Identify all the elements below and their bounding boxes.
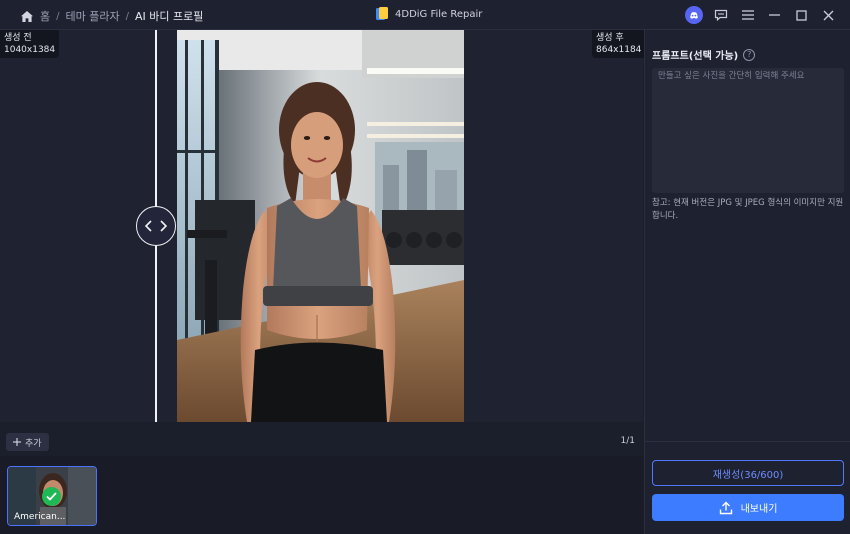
add-image-label: 추가 xyxy=(25,438,42,449)
minimize-button[interactable] xyxy=(761,4,788,26)
panel-divider xyxy=(645,441,850,442)
discord-icon xyxy=(684,6,703,24)
feedback-icon xyxy=(714,9,727,21)
regenerate-button[interactable]: 재생성(36/600) xyxy=(652,460,844,486)
discord-button[interactable] xyxy=(680,4,707,26)
prompt-title-text: 프롬프트(선택 가능) xyxy=(652,51,739,62)
breadcrumb-separator: / xyxy=(125,10,129,22)
compare-handle[interactable] xyxy=(136,206,176,246)
help-icon[interactable]: ? xyxy=(743,48,756,61)
image-toolbar: 추가 1/1 xyxy=(0,424,643,454)
export-label: 내보내기 xyxy=(740,504,778,515)
feedback-button[interactable] xyxy=(707,4,734,26)
before-badge: 생성 전 1040x1384 xyxy=(0,30,60,58)
maximize-button[interactable] xyxy=(788,4,815,26)
upload-icon xyxy=(719,501,732,514)
close-button[interactable] xyxy=(815,4,842,26)
maximize-icon xyxy=(796,9,807,21)
format-note: 참고: 현재 버전은 JPG 및 JPEG 형식의 이미지만 지원합니다. xyxy=(652,198,844,221)
after-size: 864x1184 xyxy=(596,45,642,55)
app-logo-icon xyxy=(376,7,388,20)
breadcrumb-home[interactable]: 홈 xyxy=(40,8,50,24)
menu-icon xyxy=(741,10,754,20)
export-button[interactable]: 내보내기 xyxy=(652,494,844,521)
thumbnail-name: American... xyxy=(14,512,66,522)
breadcrumb-theme-plaza[interactable]: 테마 플라자 xyxy=(66,8,120,24)
prompt-input[interactable] xyxy=(658,70,838,191)
breadcrumb: 홈 / 테마 플라자 / AI 바디 프로필 xyxy=(20,8,203,24)
compare-handle-icon xyxy=(145,220,167,232)
prompt-title: 프롬프트(선택 가능) ? xyxy=(652,47,756,62)
close-icon xyxy=(823,10,834,20)
add-image-button[interactable]: 추가 xyxy=(6,433,49,451)
window-controls xyxy=(680,4,842,26)
before-label: 생성 전 xyxy=(4,33,32,43)
breadcrumb-separator: / xyxy=(56,10,60,22)
menu-button[interactable] xyxy=(734,4,761,26)
after-label: 생성 후 xyxy=(596,33,624,43)
result-image xyxy=(177,30,464,422)
title-bar: 홈 / 테마 플라자 / AI 바디 프로필 4DDiG File Repair xyxy=(0,0,850,30)
prompt-input-box xyxy=(652,68,844,193)
regenerate-label: 재생성(36/600) xyxy=(712,469,784,481)
home-icon[interactable] xyxy=(20,10,34,23)
app-title-text: 4DDiG File Repair xyxy=(395,8,483,20)
prompt-panel: 프롬프트(선택 가능) ? 참고: 현재 버전은 JPG 및 JPEG 형식의 … xyxy=(644,30,850,534)
page-count: 1/1 xyxy=(620,436,635,446)
breadcrumb-current: AI 바디 프로필 xyxy=(134,10,204,23)
thumbnail-item[interactable]: American... xyxy=(7,466,97,526)
before-size: 1040x1384 xyxy=(4,45,56,55)
compare-canvas[interactable]: 생성 전 1040x1384 생성 후 864x1184 xyxy=(0,30,646,422)
check-icon xyxy=(42,487,61,506)
plus-icon xyxy=(13,438,21,446)
thumbnail-strip: American... xyxy=(0,456,643,534)
after-badge: 생성 후 864x1184 xyxy=(592,30,646,58)
app-title: 4DDiG File Repair xyxy=(375,6,482,22)
minimize-icon xyxy=(769,14,780,16)
